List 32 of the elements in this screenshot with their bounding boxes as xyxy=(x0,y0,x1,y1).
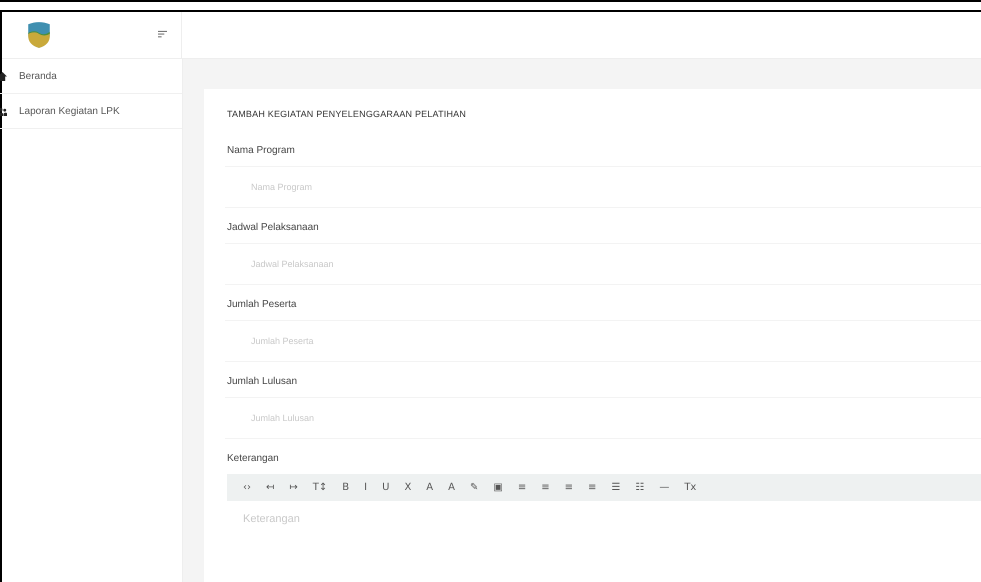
toolbar-button[interactable]: ‹› xyxy=(241,482,253,493)
toolbar-button[interactable]: ☰ xyxy=(609,482,622,493)
toolbar-button[interactable]: — xyxy=(657,482,672,493)
toolbar-button[interactable]: ↦ xyxy=(287,482,300,493)
sidebar-item[interactable]: Laporan Kegiatan LPK xyxy=(0,94,182,129)
home-icon xyxy=(0,72,7,80)
field-label: Keterangan xyxy=(227,453,280,464)
logo-icon xyxy=(26,21,52,49)
toolbar-button[interactable]: ≡ xyxy=(539,482,552,493)
field-label: Jumlah Lulusan xyxy=(227,376,298,387)
toolbar-button[interactable]: Tx xyxy=(682,482,698,493)
toolbar-button[interactable]: ✎ xyxy=(468,482,480,493)
toolbar-button[interactable]: U xyxy=(380,482,392,493)
toolbar-button[interactable]: A xyxy=(446,482,457,493)
menu-icon[interactable] xyxy=(158,30,167,40)
people-icon xyxy=(0,106,7,116)
toolbar-button[interactable]: ▣ xyxy=(491,482,505,493)
toolbar-button[interactable]: T↕ xyxy=(310,482,330,493)
toolbar-button[interactable]: ☷ xyxy=(633,482,646,493)
sidebar-item[interactable]: Beranda xyxy=(0,59,182,94)
toolbar-button[interactable]: ≡ xyxy=(516,482,528,493)
toolbar-button[interactable]: ≡ xyxy=(586,482,598,493)
toolbar-button[interactable]: A xyxy=(424,482,436,493)
toolbar-button[interactable]: ↤ xyxy=(264,482,276,493)
field-label: Jadwal Pelaksanaan xyxy=(227,222,320,233)
field-label: Jumlah Peserta xyxy=(227,299,298,310)
form-title: TAMBAH KEGIATAN PENYELENGGARAAN PELATIHAN xyxy=(227,109,468,119)
toolbar-button[interactable]: ≡ xyxy=(562,482,575,493)
toolbar-button[interactable]: B xyxy=(340,482,352,493)
field-label: Nama Program xyxy=(227,145,296,156)
toolbar-button[interactable]: I xyxy=(362,482,370,493)
toolbar-button[interactable]: X xyxy=(402,482,414,493)
